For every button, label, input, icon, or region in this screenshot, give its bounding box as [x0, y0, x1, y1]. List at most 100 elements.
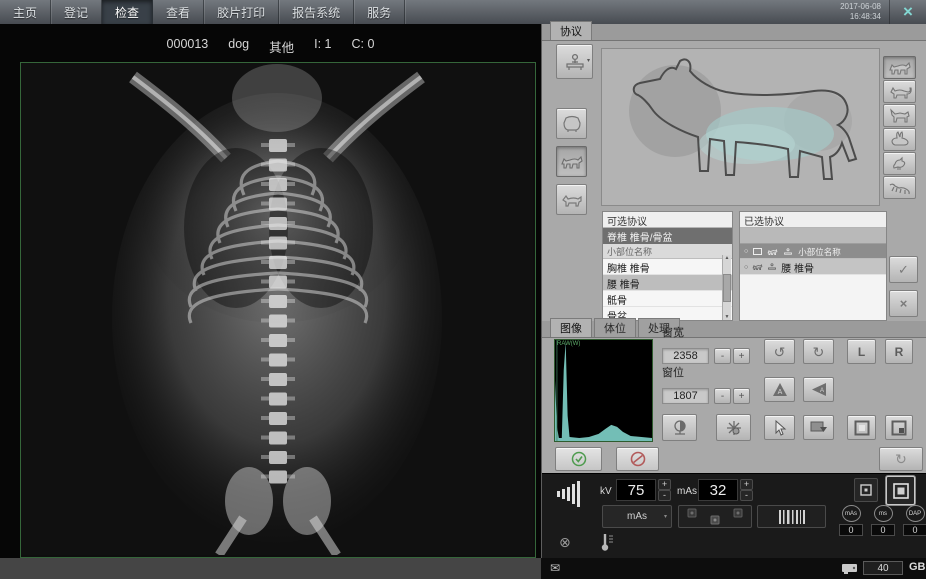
storage-device-icon — [841, 562, 858, 575]
send-image-button[interactable] — [803, 415, 834, 440]
selected-list-spacer — [740, 228, 886, 244]
window-width-label: 窗宽 — [662, 324, 684, 340]
tab-image[interactable]: 图像 — [550, 318, 592, 337]
reject-image-button[interactable] — [616, 447, 659, 471]
reset-icon: ↻ — [895, 451, 907, 468]
mas-spinner: + - — [740, 479, 753, 501]
dap-meter-icon: DAP — [906, 505, 925, 522]
list-item[interactable]: 胸椎 椎骨 — [603, 259, 732, 275]
histogram-display[interactable]: RAW(W) — [554, 339, 653, 442]
list-item[interactable]: 骶骨 — [603, 291, 732, 307]
reset-button[interactable]: ↻ — [879, 447, 923, 471]
kv-value-display[interactable]: 75 — [616, 479, 656, 501]
flip-vertical-button[interactable]: A — [764, 377, 795, 402]
left-marker-button[interactable]: L — [847, 339, 876, 364]
exposure-mode-select[interactable]: mAs ▾ — [602, 505, 672, 528]
top-menu-bar: 主页 登记 检查 查看 胶片打印 报告系统 服务 2017-06-08 16:4… — [0, 0, 926, 24]
window-level-minus-button[interactable]: - — [714, 388, 731, 404]
flip-vertical-icon: A — [772, 382, 788, 397]
right-marker-button[interactable]: R — [885, 339, 913, 364]
patient-info-bar: 000013 dog 其他 I: 1 C: 0 — [0, 37, 541, 56]
effects-burst-icon — [725, 419, 743, 437]
close-button[interactable]: × — [889, 0, 926, 24]
tab-protocol[interactable]: 协议 — [550, 21, 592, 40]
bird-icon — [888, 155, 912, 173]
accept-image-button[interactable] — [555, 447, 602, 471]
scroll-up-icon[interactable]: ▲ — [725, 255, 730, 261]
remove-protocol-button[interactable]: × — [889, 290, 918, 317]
close-icon: × — [903, 2, 913, 22]
histogram-graphic — [555, 340, 652, 441]
check-icon: ✓ — [898, 262, 909, 278]
patient-id: 000013 — [167, 37, 209, 56]
table-position-button[interactable]: ▾ — [556, 44, 593, 79]
kv-minus-button[interactable]: - — [658, 490, 671, 501]
message-envelope-icon[interactable]: ✉ — [550, 561, 560, 575]
menu-report-system[interactable]: 报告系统 — [279, 0, 354, 24]
mas-minus-button[interactable]: - — [740, 490, 753, 501]
count-index: C: 0 — [352, 37, 375, 56]
datetime-display: 2017-06-08 16:48:34 — [832, 0, 889, 24]
scrollbar-thumb[interactable] — [723, 274, 731, 302]
save-image-button[interactable] — [885, 415, 913, 440]
selected-protocol-list: 已选协议 ○ 小部位名称 ○ 腰 椎骨 — [739, 211, 887, 321]
menu-film-print[interactable]: 胶片打印 — [204, 0, 279, 24]
kv-plus-button[interactable]: + — [658, 479, 671, 490]
species-bird-button[interactable] — [883, 152, 916, 175]
tube-temperature-icon — [600, 532, 616, 552]
selected-protocol-row[interactable]: ○ 腰 椎骨 — [740, 259, 886, 275]
scroll-down-icon[interactable]: ▼ — [725, 314, 730, 320]
mas-value-display[interactable]: 32 — [698, 479, 738, 501]
species-dog-button[interactable] — [883, 56, 916, 79]
crop-region-button[interactable] — [847, 415, 876, 440]
window-width-value[interactable]: 2358 — [662, 348, 709, 364]
body-type-small-button[interactable] — [556, 184, 587, 215]
species-rabbit-button[interactable] — [883, 128, 916, 151]
dog-icon — [888, 59, 912, 77]
patient-name: dog — [228, 37, 249, 56]
meter-mas: mAs 0 — [838, 505, 864, 536]
window-width-minus-button[interactable]: - — [714, 348, 731, 364]
body-type-medium-button[interactable] — [556, 146, 587, 177]
rotate-right-icon: ↻ — [813, 345, 825, 359]
window-level-label: 窗位 — [662, 364, 684, 380]
pointer-tool-button[interactable] — [764, 415, 795, 440]
image-effects-button[interactable] — [716, 414, 751, 441]
mas-meter-icon: mAs — [842, 505, 861, 522]
ms-meter-value: 0 — [871, 524, 895, 536]
window-level-value[interactable]: 1807 — [662, 388, 709, 404]
invert-contrast-button[interactable] — [662, 414, 697, 441]
mas-plus-button[interactable]: + — [740, 479, 753, 490]
status-bar-right: ✉ 40 GB — [541, 558, 926, 579]
tab-position[interactable]: 体位 — [594, 318, 636, 337]
menu-view[interactable]: 查看 — [153, 0, 204, 24]
menu-registration[interactable]: 登记 — [51, 0, 102, 24]
flip-horizontal-button[interactable]: A — [803, 377, 834, 402]
aec-chamber-selector[interactable] — [678, 505, 752, 528]
body-type-large-button[interactable] — [556, 108, 587, 139]
available-category-row[interactable]: 脊椎 椎骨/骨盆 — [603, 228, 732, 244]
patient-type: 其他 — [269, 37, 294, 56]
focal-spot-small-button[interactable] — [854, 478, 878, 502]
species-reptile-button[interactable] — [883, 176, 916, 199]
menu-examination[interactable]: 检查 — [102, 0, 153, 24]
menu-service[interactable]: 服务 — [354, 0, 405, 24]
xray-image[interactable] — [20, 62, 536, 558]
anatomy-diagram[interactable] — [601, 48, 880, 206]
focal-spot-large-button[interactable] — [886, 476, 915, 505]
grid-density-indicator[interactable] — [757, 505, 826, 528]
rotate-right-button[interactable]: ↻ — [803, 339, 834, 364]
rotate-left-button[interactable]: ↺ — [764, 339, 795, 364]
species-horse-button[interactable] — [883, 104, 916, 127]
stocky-dog-icon — [560, 115, 584, 133]
window-level-plus-button[interactable]: + — [733, 388, 750, 404]
list-item-selected[interactable]: 腰 椎骨 — [603, 275, 732, 291]
available-list-scrollbar[interactable]: ▲ ▼ — [722, 255, 731, 320]
dog-icon — [767, 248, 778, 256]
window-width-plus-button[interactable]: + — [733, 348, 750, 364]
dap-meter-value: 0 — [903, 524, 926, 536]
confirm-protocol-button[interactable]: ✓ — [889, 256, 918, 283]
species-cat-button[interactable] — [883, 80, 916, 103]
menu-home[interactable]: 主页 — [0, 0, 51, 24]
rabbit-icon — [888, 131, 912, 149]
